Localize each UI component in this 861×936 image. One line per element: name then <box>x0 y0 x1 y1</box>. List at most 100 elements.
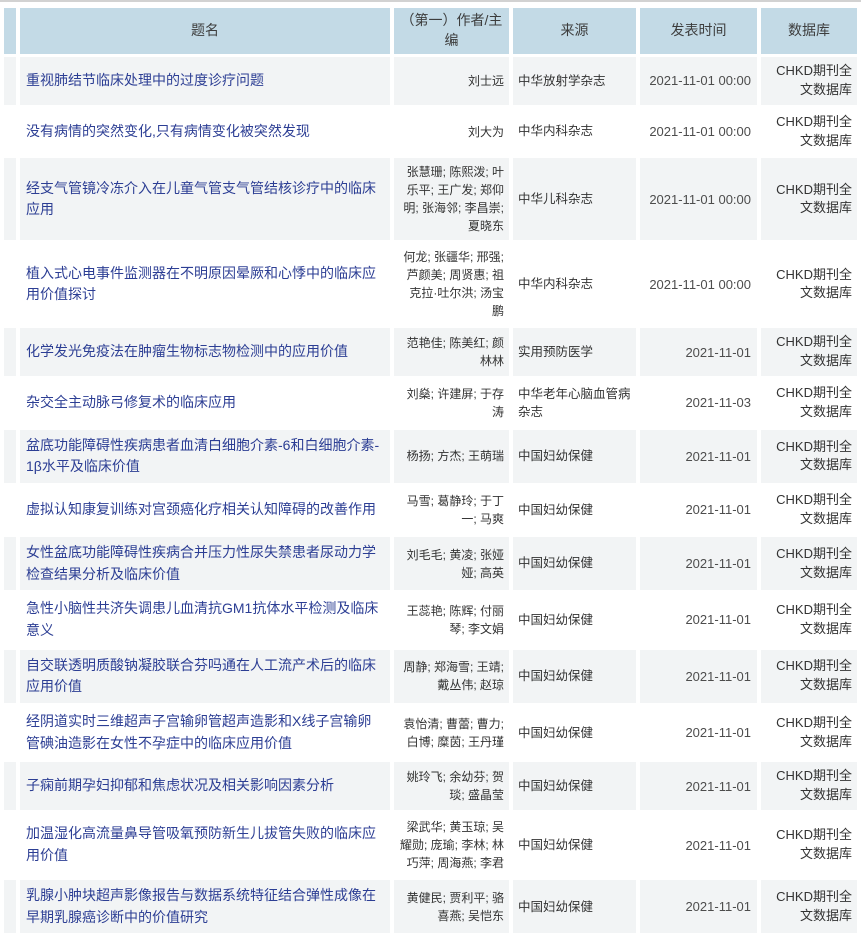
article-authors: 刘毛毛; 黄凌; 张娅娅; 高英 <box>394 537 509 590</box>
row-leading-cell <box>4 158 16 240</box>
table-row: 急性小脑性共济失调患儿血清抗GM1抗体水平检测及临床意义 王蕊艳; 陈辉; 付丽… <box>4 593 857 646</box>
article-database: CHKD期刊全文数据库 <box>761 158 857 240</box>
column-header-database: 数据库 <box>761 8 857 54</box>
article-database: CHKD期刊全文数据库 <box>761 243 857 325</box>
article-database: CHKD期刊全文数据库 <box>761 537 857 590</box>
column-header-title: 题名 <box>20 8 390 54</box>
article-authors: 刘燊; 许建屏; 于存涛 <box>394 379 509 427</box>
article-database: CHKD期刊全文数据库 <box>761 593 857 646</box>
article-source: 中国妇幼保健 <box>513 706 636 759</box>
article-title-link[interactable]: 加温湿化高流量鼻导管吸氧预防新生儿拔管失败的临床应用价值 <box>26 825 376 863</box>
article-source: 中国妇幼保健 <box>513 813 636 877</box>
article-date: 2021-11-01 00:00 <box>640 158 757 240</box>
article-authors: 杨扬; 方杰; 王萌瑞 <box>394 430 509 483</box>
article-title-cell: 急性小脑性共济失调患儿血清抗GM1抗体水平检测及临床意义 <box>20 593 390 646</box>
table-row: 盆底功能障碍性疾病患者血清白细胞介素-6和白细胞介素-1β水平及临床价值 杨扬;… <box>4 430 857 483</box>
article-database: CHKD期刊全文数据库 <box>761 880 857 933</box>
article-source: 中国妇幼保健 <box>513 593 636 646</box>
article-title-link[interactable]: 重视肺结节临床处理中的过度诊疗问题 <box>26 72 264 88</box>
article-title-link[interactable]: 乳腺小肿块超声影像报告与数据系统特征结合弹性成像在早期乳腺癌诊断中的价值研究 <box>26 887 376 925</box>
article-title-link[interactable]: 自交联透明质酸钠凝胶联合芬吗通在人工流产术后的临床应用价值 <box>26 657 376 695</box>
article-source: 实用预防医学 <box>513 328 636 376</box>
article-authors: 范艳佳; 陈美红; 颜林林 <box>394 328 509 376</box>
row-leading-cell <box>4 379 16 427</box>
table-row: 乳腺小肿块超声影像报告与数据系统特征结合弹性成像在早期乳腺癌诊断中的价值研究 黄… <box>4 880 857 933</box>
article-date: 2021-11-01 <box>640 880 757 933</box>
article-title-link[interactable]: 虚拟认知康复训练对宫颈癌化疗相关认知障碍的改善作用 <box>26 501 376 517</box>
article-date: 2021-11-03 <box>640 379 757 427</box>
article-date: 2021-11-01 00:00 <box>640 243 757 325</box>
row-leading-cell <box>4 108 16 156</box>
article-title-link[interactable]: 急性小脑性共济失调患儿血清抗GM1抗体水平检测及临床意义 <box>26 600 378 638</box>
table-row: 经支气管镜冷冻介入在儿童气管支气管结核诊疗中的临床应用 张慧珊; 陈熙泼; 叶乐… <box>4 158 857 240</box>
article-date: 2021-11-01 <box>640 650 757 703</box>
article-authors: 刘士远 <box>394 57 509 105</box>
article-database: CHKD期刊全文数据库 <box>761 108 857 156</box>
article-database: CHKD期刊全文数据库 <box>761 328 857 376</box>
article-authors: 王蕊艳; 陈辉; 付丽琴; 李文娟 <box>394 593 509 646</box>
article-authors: 马雪; 葛静玲; 于丁一; 马爽 <box>394 486 509 534</box>
column-header-source: 来源 <box>513 8 636 54</box>
article-title-link[interactable]: 杂交全主动脉弓修复术的临床应用 <box>26 394 236 410</box>
article-database: CHKD期刊全文数据库 <box>761 486 857 534</box>
article-title-link[interactable]: 植入式心电事件监测器在不明原因晕厥和心悸中的临床应用价值探讨 <box>26 265 376 303</box>
article-title-cell: 植入式心电事件监测器在不明原因晕厥和心悸中的临床应用价值探讨 <box>20 243 390 325</box>
article-title-cell: 化学发光免疫法在肿瘤生物标志物检测中的应用价值 <box>20 328 390 376</box>
table-body: 重视肺结节临床处理中的过度诊疗问题 刘士远 中华放射学杂志 2021-11-01… <box>4 57 857 933</box>
column-header-authors: （第一）作者/主编 <box>394 8 509 54</box>
article-database: CHKD期刊全文数据库 <box>761 762 857 810</box>
article-source: 中国妇幼保健 <box>513 762 636 810</box>
article-title-cell: 子痫前期孕妇抑郁和焦虑状况及相关影响因素分析 <box>20 762 390 810</box>
table-row: 重视肺结节临床处理中的过度诊疗问题 刘士远 中华放射学杂志 2021-11-01… <box>4 57 857 105</box>
article-title-cell: 盆底功能障碍性疾病患者血清白细胞介素-6和白细胞介素-1β水平及临床价值 <box>20 430 390 483</box>
row-leading-cell <box>4 328 16 376</box>
article-date: 2021-11-01 <box>640 593 757 646</box>
header-leading-cell <box>4 8 16 54</box>
table-row: 虚拟认知康复训练对宫颈癌化疗相关认知障碍的改善作用 马雪; 葛静玲; 于丁一; … <box>4 486 857 534</box>
article-date: 2021-11-01 <box>640 430 757 483</box>
article-title-link[interactable]: 化学发光免疫法在肿瘤生物标志物检测中的应用价值 <box>26 343 348 359</box>
article-title-link[interactable]: 经阴道实时三维超声子宫输卵管超声造影和X线子宫输卵管碘油造影在女性不孕症中的临床… <box>26 713 371 751</box>
article-title-cell: 经阴道实时三维超声子宫输卵管超声造影和X线子宫输卵管碘油造影在女性不孕症中的临床… <box>20 706 390 759</box>
article-title-cell: 乳腺小肿块超声影像报告与数据系统特征结合弹性成像在早期乳腺癌诊断中的价值研究 <box>20 880 390 933</box>
header-row: 题名 （第一）作者/主编 来源 发表时间 数据库 <box>4 8 857 54</box>
article-date: 2021-11-01 <box>640 813 757 877</box>
article-date: 2021-11-01 <box>640 706 757 759</box>
article-title-cell: 自交联透明质酸钠凝胶联合芬吗通在人工流产术后的临床应用价值 <box>20 650 390 703</box>
row-leading-cell <box>4 57 16 105</box>
table-row: 子痫前期孕妇抑郁和焦虑状况及相关影响因素分析 姚玲飞; 余幼芬; 贺琰; 盛晶莹… <box>4 762 857 810</box>
row-leading-cell <box>4 537 16 590</box>
table-row: 植入式心电事件监测器在不明原因晕厥和心悸中的临床应用价值探讨 何龙; 张疆华; … <box>4 243 857 325</box>
article-database: CHKD期刊全文数据库 <box>761 650 857 703</box>
article-title-link[interactable]: 盆底功能障碍性疾病患者血清白细胞介素-6和白细胞介素-1β水平及临床价值 <box>26 437 379 475</box>
row-leading-cell <box>4 762 16 810</box>
table-row: 化学发光免疫法在肿瘤生物标志物检测中的应用价值 范艳佳; 陈美红; 颜林林 实用… <box>4 328 857 376</box>
article-authors: 姚玲飞; 余幼芬; 贺琰; 盛晶莹 <box>394 762 509 810</box>
article-title-link[interactable]: 子痫前期孕妇抑郁和焦虑状况及相关影响因素分析 <box>26 777 334 793</box>
row-leading-cell <box>4 706 16 759</box>
article-title-link[interactable]: 经支气管镜冷冻介入在儿童气管支气管结核诊疗中的临床应用 <box>26 180 376 218</box>
article-title-cell: 女性盆底功能障碍性疾病合并压力性尿失禁患者尿动力学检查结果分析及临床价值 <box>20 537 390 590</box>
article-authors: 周静; 郑海雪; 王靖; 戴丛伟; 赵琼 <box>394 650 509 703</box>
article-database: CHKD期刊全文数据库 <box>761 57 857 105</box>
article-date: 2021-11-01 00:00 <box>640 108 757 156</box>
table-row: 加温湿化高流量鼻导管吸氧预防新生儿拔管失败的临床应用价值 梁武华; 黄玉琼; 吴… <box>4 813 857 877</box>
article-date: 2021-11-01 <box>640 762 757 810</box>
table-row: 经阴道实时三维超声子宫输卵管超声造影和X线子宫输卵管碘油造影在女性不孕症中的临床… <box>4 706 857 759</box>
article-source: 中国妇幼保健 <box>513 650 636 703</box>
row-leading-cell <box>4 243 16 325</box>
article-database: CHKD期刊全文数据库 <box>761 430 857 483</box>
article-source: 中华内科杂志 <box>513 243 636 325</box>
row-leading-cell <box>4 813 16 877</box>
article-title-link[interactable]: 没有病情的突然变化,只有病情变化被突然发现 <box>26 123 310 139</box>
article-title-link[interactable]: 女性盆底功能障碍性疾病合并压力性尿失禁患者尿动力学检查结果分析及临床价值 <box>26 544 376 582</box>
article-title-cell: 虚拟认知康复训练对宫颈癌化疗相关认知障碍的改善作用 <box>20 486 390 534</box>
article-source: 中华老年心脑血管病杂志 <box>513 379 636 427</box>
article-title-cell: 没有病情的突然变化,只有病情变化被突然发现 <box>20 108 390 156</box>
article-authors: 刘大为 <box>394 108 509 156</box>
article-title-cell: 杂交全主动脉弓修复术的临床应用 <box>20 379 390 427</box>
article-database: CHKD期刊全文数据库 <box>761 706 857 759</box>
row-leading-cell <box>4 880 16 933</box>
article-source: 中国妇幼保健 <box>513 537 636 590</box>
article-date: 2021-11-01 <box>640 486 757 534</box>
